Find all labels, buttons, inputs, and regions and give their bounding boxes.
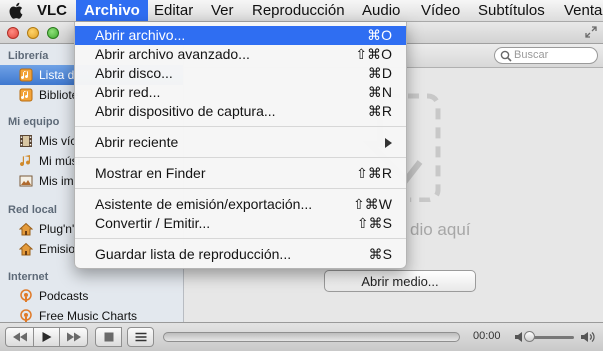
menu-bar: VLC Archivo Editar Ver Reproducción Audi… (0, 0, 603, 22)
menu-ver[interactable]: Ver (211, 0, 234, 21)
menu-item-label: Guardar lista de reproducción... (95, 246, 292, 262)
menu-subtitulos[interactable]: Subtítulos (478, 0, 545, 21)
menu-item-shortcut: ⌘O (367, 27, 392, 43)
menu-item-convert-stream[interactable]: Convertir / Emitir... ⇧⌘S (75, 214, 406, 233)
sidebar-item-label: Plug'n' (39, 222, 75, 236)
volume-high-icon[interactable] (580, 330, 596, 344)
menu-item-label: Asistente de emisión/exportación... (95, 196, 313, 212)
fast-forward-button[interactable] (59, 327, 88, 347)
search-icon (500, 50, 512, 62)
sidebar-section-title: Mi equipo (8, 116, 60, 128)
podcast-icon (20, 289, 32, 302)
menu-item-open-network[interactable]: Abrir red... ⌘N (75, 83, 406, 102)
menu-item-shortcut: ⌘R (367, 103, 392, 119)
menu-item-save-playlist[interactable]: Guardar lista de reproducción... ⌘S (75, 245, 406, 264)
menu-app-name[interactable]: VLC (37, 0, 67, 21)
rewind-button[interactable] (5, 327, 34, 347)
playlist-toggle-button[interactable] (127, 327, 154, 347)
apple-logo-icon[interactable] (9, 2, 23, 19)
menu-item-label: Convertir / Emitir... (95, 215, 211, 231)
sidebar-item-label: Free Music Charts (39, 309, 138, 322)
picture-icon (19, 175, 33, 187)
close-window-button[interactable] (7, 27, 19, 39)
menu-video[interactable]: Vídeo (421, 0, 460, 21)
fast-forward-icon (66, 332, 81, 342)
sidebar-section-title: Red local (8, 204, 57, 216)
sidebar-item-podcasts[interactable]: Podcasts (0, 286, 183, 306)
seek-bar[interactable] (163, 332, 460, 342)
menu-item-shortcut: ⇧⌘O (355, 46, 392, 62)
play-button[interactable] (33, 327, 60, 347)
minimize-window-button[interactable] (27, 27, 39, 39)
elapsed-time: 00:00 (473, 330, 501, 342)
menu-separator (75, 126, 406, 127)
menu-item-open-recent[interactable]: Abrir reciente (75, 133, 406, 152)
podcast-icon (20, 309, 32, 322)
search-placeholder: Buscar (514, 49, 549, 61)
playback-controls: 00:00 (0, 322, 603, 351)
menu-item-shortcut: ⌘D (367, 65, 392, 81)
menu-editar[interactable]: Editar (154, 0, 193, 21)
sidebar-section-title: Internet (8, 271, 49, 283)
menu-archivo[interactable]: Archivo (76, 0, 148, 21)
sidebar-item-label: Bibliote (39, 88, 79, 102)
menu-ventana[interactable]: Venta (564, 0, 602, 21)
menu-item-label: Abrir archivo avanzado... (95, 46, 250, 62)
sidebar-item-label: Mis víc (39, 134, 77, 148)
media-library-icon (19, 88, 33, 102)
menu-item-open-disc[interactable]: Abrir disco... ⌘D (75, 64, 406, 83)
home-network-icon (19, 222, 33, 236)
search-field[interactable]: Buscar (494, 47, 598, 64)
menu-item-shortcut: ⇧⌘R (356, 165, 392, 181)
submenu-arrow-icon (385, 138, 392, 148)
music-note-icon (20, 155, 31, 167)
menu-item-open-advanced[interactable]: Abrir archivo avanzado... ⇧⌘O (75, 45, 406, 64)
zoom-window-button[interactable] (47, 27, 59, 39)
sidebar-item-label: Podcasts (39, 289, 89, 303)
sidebar-section-title: Librería (8, 50, 49, 62)
volume-slider-knob[interactable] (524, 331, 535, 342)
menu-item-open-file[interactable]: Abrir archivo... ⌘O (75, 26, 406, 45)
menu-item-shortcut: ⌘N (367, 84, 392, 100)
stop-button[interactable] (95, 327, 122, 347)
play-icon (42, 332, 51, 342)
menu-separator (75, 157, 406, 158)
menu-item-shortcut: ⌘S (368, 246, 392, 262)
playlist-icon (19, 68, 33, 82)
archivo-dropdown-menu: Abrir archivo... ⌘O Abrir archivo avanza… (74, 22, 407, 269)
menu-item-label: Abrir disco... (95, 65, 173, 81)
film-icon (20, 135, 32, 147)
list-icon (135, 332, 146, 342)
open-media-button[interactable]: Abrir medio... (324, 270, 476, 292)
menu-item-shortcut: ⇧⌘S (356, 215, 392, 231)
menu-item-streaming-wizard[interactable]: Asistente de emisión/exportación... ⇧⌘W (75, 195, 406, 214)
menu-item-open-capture-device[interactable]: Abrir dispositivo de captura... ⌘R (75, 102, 406, 121)
menu-reproduccion[interactable]: Reproducción (252, 0, 345, 21)
menu-item-label: Abrir red... (95, 84, 161, 100)
drop-hint-text: dio aquí (410, 220, 471, 239)
sidebar-item-label: Emisio (39, 242, 76, 256)
sidebar-item-label: Lista d (39, 68, 75, 82)
stop-icon (104, 332, 113, 342)
menu-item-show-in-finder[interactable]: Mostrar en Finder ⇧⌘R (75, 164, 406, 183)
menu-item-shortcut: ⇧⌘W (353, 196, 392, 212)
menu-item-label: Abrir dispositivo de captura... (95, 103, 276, 119)
home-network-icon (19, 242, 33, 256)
menu-audio[interactable]: Audio (362, 0, 400, 21)
sidebar-item-label: Mis im (39, 174, 74, 188)
sidebar-item-free-music-charts[interactable]: Free Music Charts (0, 306, 183, 322)
menu-item-label: Abrir archivo... (95, 27, 186, 43)
menu-separator (75, 188, 406, 189)
rewind-icon (12, 332, 27, 342)
menu-item-label: Abrir reciente (95, 134, 179, 150)
menu-separator (75, 238, 406, 239)
fullscreen-icon[interactable] (585, 26, 597, 38)
menu-item-label: Mostrar en Finder (95, 165, 206, 181)
